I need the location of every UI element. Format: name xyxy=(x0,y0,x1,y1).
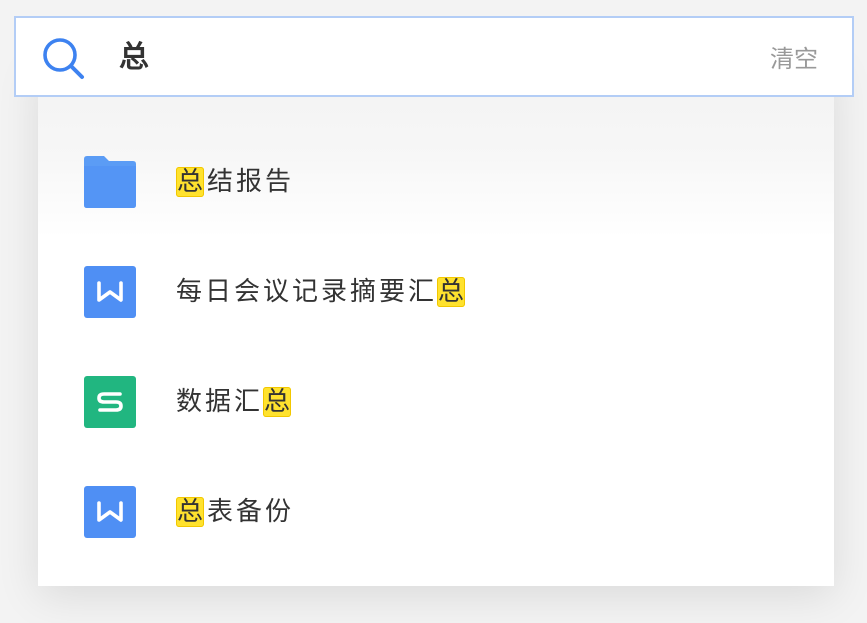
match-highlight: 总 xyxy=(437,277,466,307)
list-item[interactable]: 每日会议记录摘要汇总 xyxy=(38,237,834,347)
result-name-prefix: 每日会议记录摘要汇 xyxy=(176,277,438,307)
result-name: 每日会议记录摘要汇总 xyxy=(176,272,468,312)
list-item[interactable]: 总表备份 xyxy=(38,457,834,567)
result-name: 数据汇总 xyxy=(176,382,294,422)
result-name-prefix: 数据汇 xyxy=(176,387,264,417)
result-name: 总结报告 xyxy=(176,162,294,202)
word-doc-icon xyxy=(84,266,136,318)
search-bar[interactable]: 总 清空 xyxy=(14,16,854,97)
word-doc-icon xyxy=(84,486,136,538)
list-item[interactable]: 数据汇总 xyxy=(38,347,834,457)
sheet-doc-icon xyxy=(84,376,136,428)
search-icon xyxy=(43,38,84,79)
result-name-rest: 结报告 xyxy=(207,167,295,197)
folder-icon xyxy=(84,156,136,208)
result-name-rest: 表备份 xyxy=(207,497,295,527)
search-input[interactable]: 总 xyxy=(119,40,149,76)
match-highlight: 总 xyxy=(176,497,205,527)
match-highlight: 总 xyxy=(176,167,205,197)
clear-button[interactable]: 清空 xyxy=(770,45,818,73)
match-highlight: 总 xyxy=(263,387,292,417)
result-name: 总表备份 xyxy=(176,492,294,532)
list-item[interactable]: 总结报告 xyxy=(38,127,834,237)
